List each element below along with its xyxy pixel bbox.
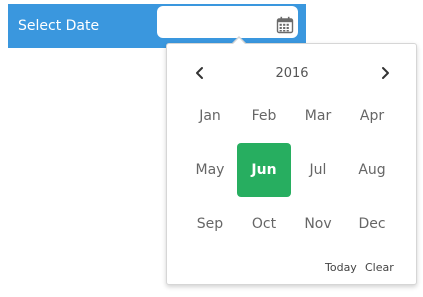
calendar-icon[interactable] [276,16,294,34]
popup-caret-fill [233,38,245,44]
month-nov[interactable]: Nov [291,197,345,251]
month-may[interactable]: May [183,143,237,197]
chevron-left-icon[interactable] [190,63,210,83]
month-jun-selected[interactable]: Jun [237,143,291,197]
month-oct[interactable]: Oct [237,197,291,251]
month-aug[interactable]: Aug [345,143,399,197]
month-grid: Jan Feb Mar Apr May Jun Jul Aug Sep Oct … [183,89,399,251]
month-sep[interactable]: Sep [183,197,237,251]
chevron-right-icon[interactable] [375,63,395,83]
month-jan[interactable]: Jan [183,89,237,143]
month-dec[interactable]: Dec [345,197,399,251]
datepicker-popup: 2016 Jan Feb Mar Apr May Jun Jul Aug Sep… [166,43,417,285]
year-switch[interactable]: 2016 [262,66,322,81]
month-feb[interactable]: Feb [237,89,291,143]
page: Select Date 2016 Jan Feb Mar Apr May Jun… [0,0,423,297]
month-jul[interactable]: Jul [291,143,345,197]
month-apr[interactable]: Apr [345,89,399,143]
month-mar[interactable]: Mar [291,89,345,143]
today-button[interactable]: Today [325,261,357,274]
clear-button[interactable]: Clear [365,261,394,274]
select-date-label: Select Date [18,18,100,34]
